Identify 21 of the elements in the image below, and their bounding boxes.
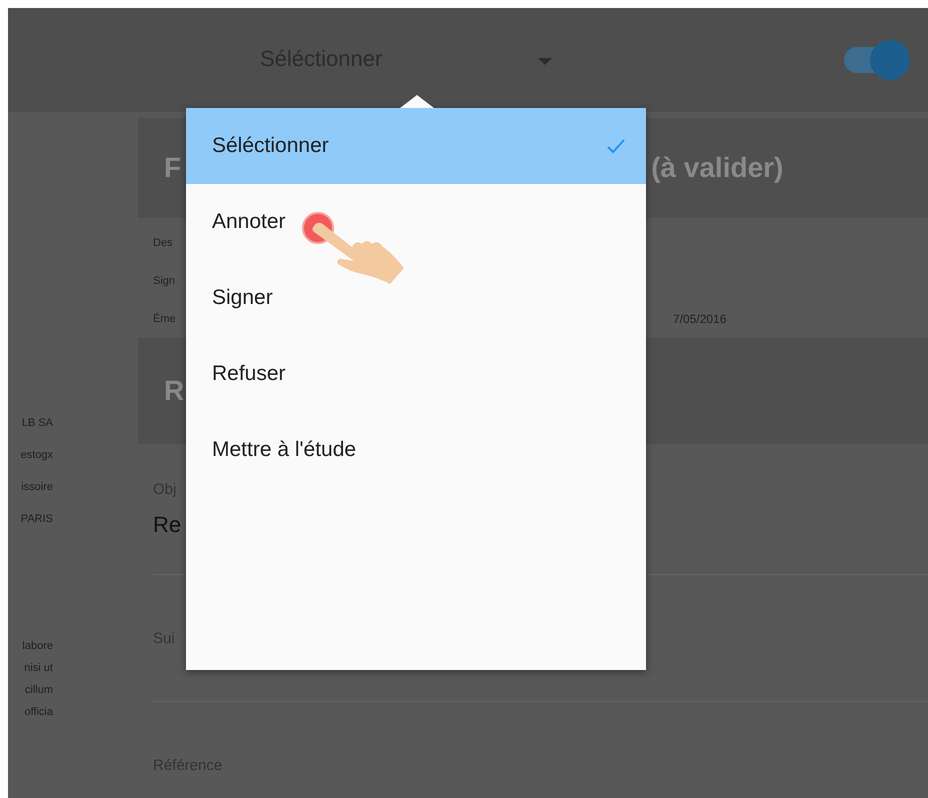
sidebar-text: issoire xyxy=(21,480,53,495)
card-title-status: (à valider) xyxy=(651,152,784,184)
menu-item[interactable]: Annoter xyxy=(186,184,646,260)
check-icon xyxy=(606,138,626,154)
sidebar-text: labore xyxy=(22,639,53,654)
menu-item[interactable]: Refuser xyxy=(186,336,646,412)
sidebar-text: officia xyxy=(24,705,53,720)
menu-notch-icon xyxy=(400,95,434,108)
toggle-switch[interactable] xyxy=(844,40,910,80)
sidebar-text: cillum xyxy=(24,683,53,698)
menu-item[interactable]: Signer xyxy=(186,260,646,336)
sidebar-text: nisi ut xyxy=(24,661,53,676)
card-title: R xyxy=(164,375,184,407)
menu-item[interactable]: Séléctionner xyxy=(186,108,646,184)
sidebar-text: estogx xyxy=(20,448,53,463)
sidebar-text: PARIS xyxy=(20,512,53,527)
menu-item[interactable]: Mettre à l'étude xyxy=(186,412,646,488)
caret-icon[interactable] xyxy=(538,58,552,66)
field-value: Re xyxy=(153,512,182,538)
sidebar-text: LB SA xyxy=(22,416,53,431)
card-title: F xyxy=(164,152,182,184)
